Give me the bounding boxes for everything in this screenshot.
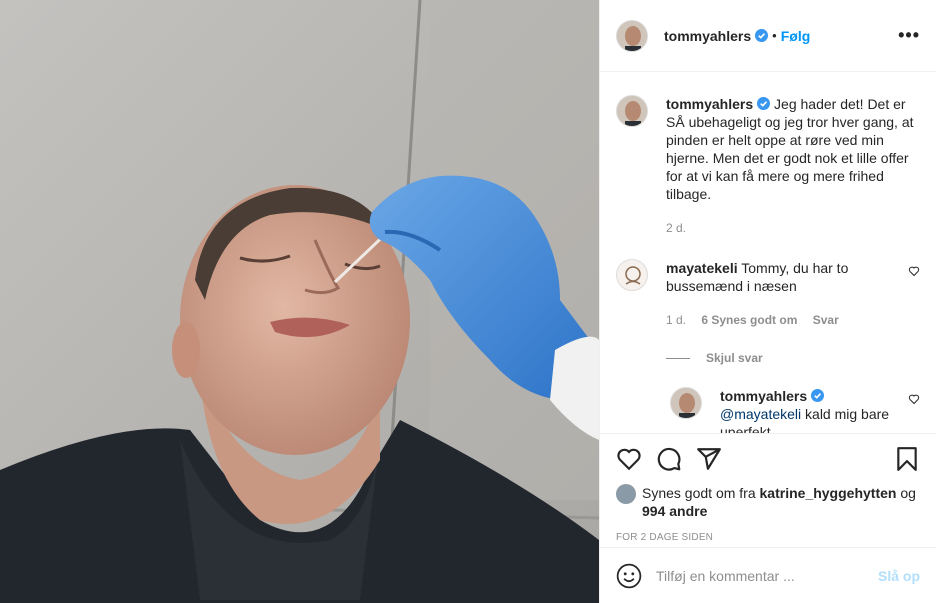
reply-comment: tommyahlers @mayatekeli kald mig bare up… <box>670 387 920 433</box>
likes-count[interactable]: 994 andre <box>642 503 707 519</box>
header-separator: • <box>772 28 777 43</box>
comment-time[interactable]: 1 d. <box>666 313 686 327</box>
verified-badge-icon <box>811 389 825 402</box>
liker-avatar[interactable] <box>616 484 636 504</box>
comment-likes[interactable]: 6 Synes godt om <box>701 313 797 327</box>
verified-badge-icon <box>757 97 771 110</box>
caption-time[interactable]: 2 d. <box>666 221 686 235</box>
post-actions: Synes godt om fra katrine_hyggehytten og… <box>600 433 936 543</box>
comment-like-heart-icon[interactable] <box>908 265 920 277</box>
post-sidebar: tommyahlers • Følg ••• tommyahlers Jeg h… <box>599 0 936 603</box>
likes-middle: og <box>896 485 916 501</box>
verified-badge-icon <box>755 29 769 42</box>
avatar[interactable] <box>670 387 702 419</box>
header-username[interactable]: tommyahlers <box>664 28 751 44</box>
reply-username[interactable]: tommyahlers <box>720 388 807 404</box>
post-comment-button[interactable]: Slå op <box>878 568 920 584</box>
post-header: tommyahlers • Følg ••• <box>600 0 936 72</box>
likes-prefix: Synes godt om fra <box>642 485 760 501</box>
avatar[interactable] <box>616 259 648 291</box>
comments-section[interactable]: tommyahlers Jeg hader det! Det er SÅ ube… <box>600 73 936 433</box>
follow-button[interactable]: Følg <box>781 28 811 44</box>
avatar[interactable] <box>616 19 648 52</box>
mention-link[interactable]: @mayatekeli <box>720 406 801 422</box>
more-options-icon[interactable]: ••• <box>898 25 920 46</box>
liker-username[interactable]: katrine_hyggehytten <box>760 485 897 501</box>
comment-input[interactable]: Tilføj en kommentar ... <box>656 568 878 584</box>
like-heart-icon[interactable] <box>616 446 642 472</box>
hide-replies-button[interactable]: Skjul svar <box>666 351 920 365</box>
add-comment-bar: Tilføj en kommentar ... Slå op <box>600 547 936 603</box>
post-photo[interactable] <box>0 0 599 603</box>
bookmark-icon[interactable] <box>894 446 920 472</box>
emoji-icon[interactable] <box>616 563 642 589</box>
reply-like-heart-icon[interactable] <box>908 393 920 405</box>
share-icon[interactable] <box>696 446 722 472</box>
caption: tommyahlers Jeg hader det! Det er SÅ ube… <box>616 95 920 237</box>
reply-button[interactable]: Svar <box>813 313 839 327</box>
post-timestamp[interactable]: FOR 2 DAGE SIDEN <box>616 532 920 543</box>
caption-username[interactable]: tommyahlers <box>666 96 753 112</box>
comment-icon[interactable] <box>656 446 682 472</box>
avatar[interactable] <box>616 95 648 127</box>
divider <box>666 357 690 359</box>
likes-summary: Synes godt om fra katrine_hyggehytten og… <box>616 484 920 520</box>
comment-username[interactable]: mayatekeli <box>666 260 738 276</box>
comment: mayatekeli Tommy, du har to bussemænd i … <box>616 259 920 329</box>
hide-replies-label: Skjul svar <box>706 351 763 365</box>
